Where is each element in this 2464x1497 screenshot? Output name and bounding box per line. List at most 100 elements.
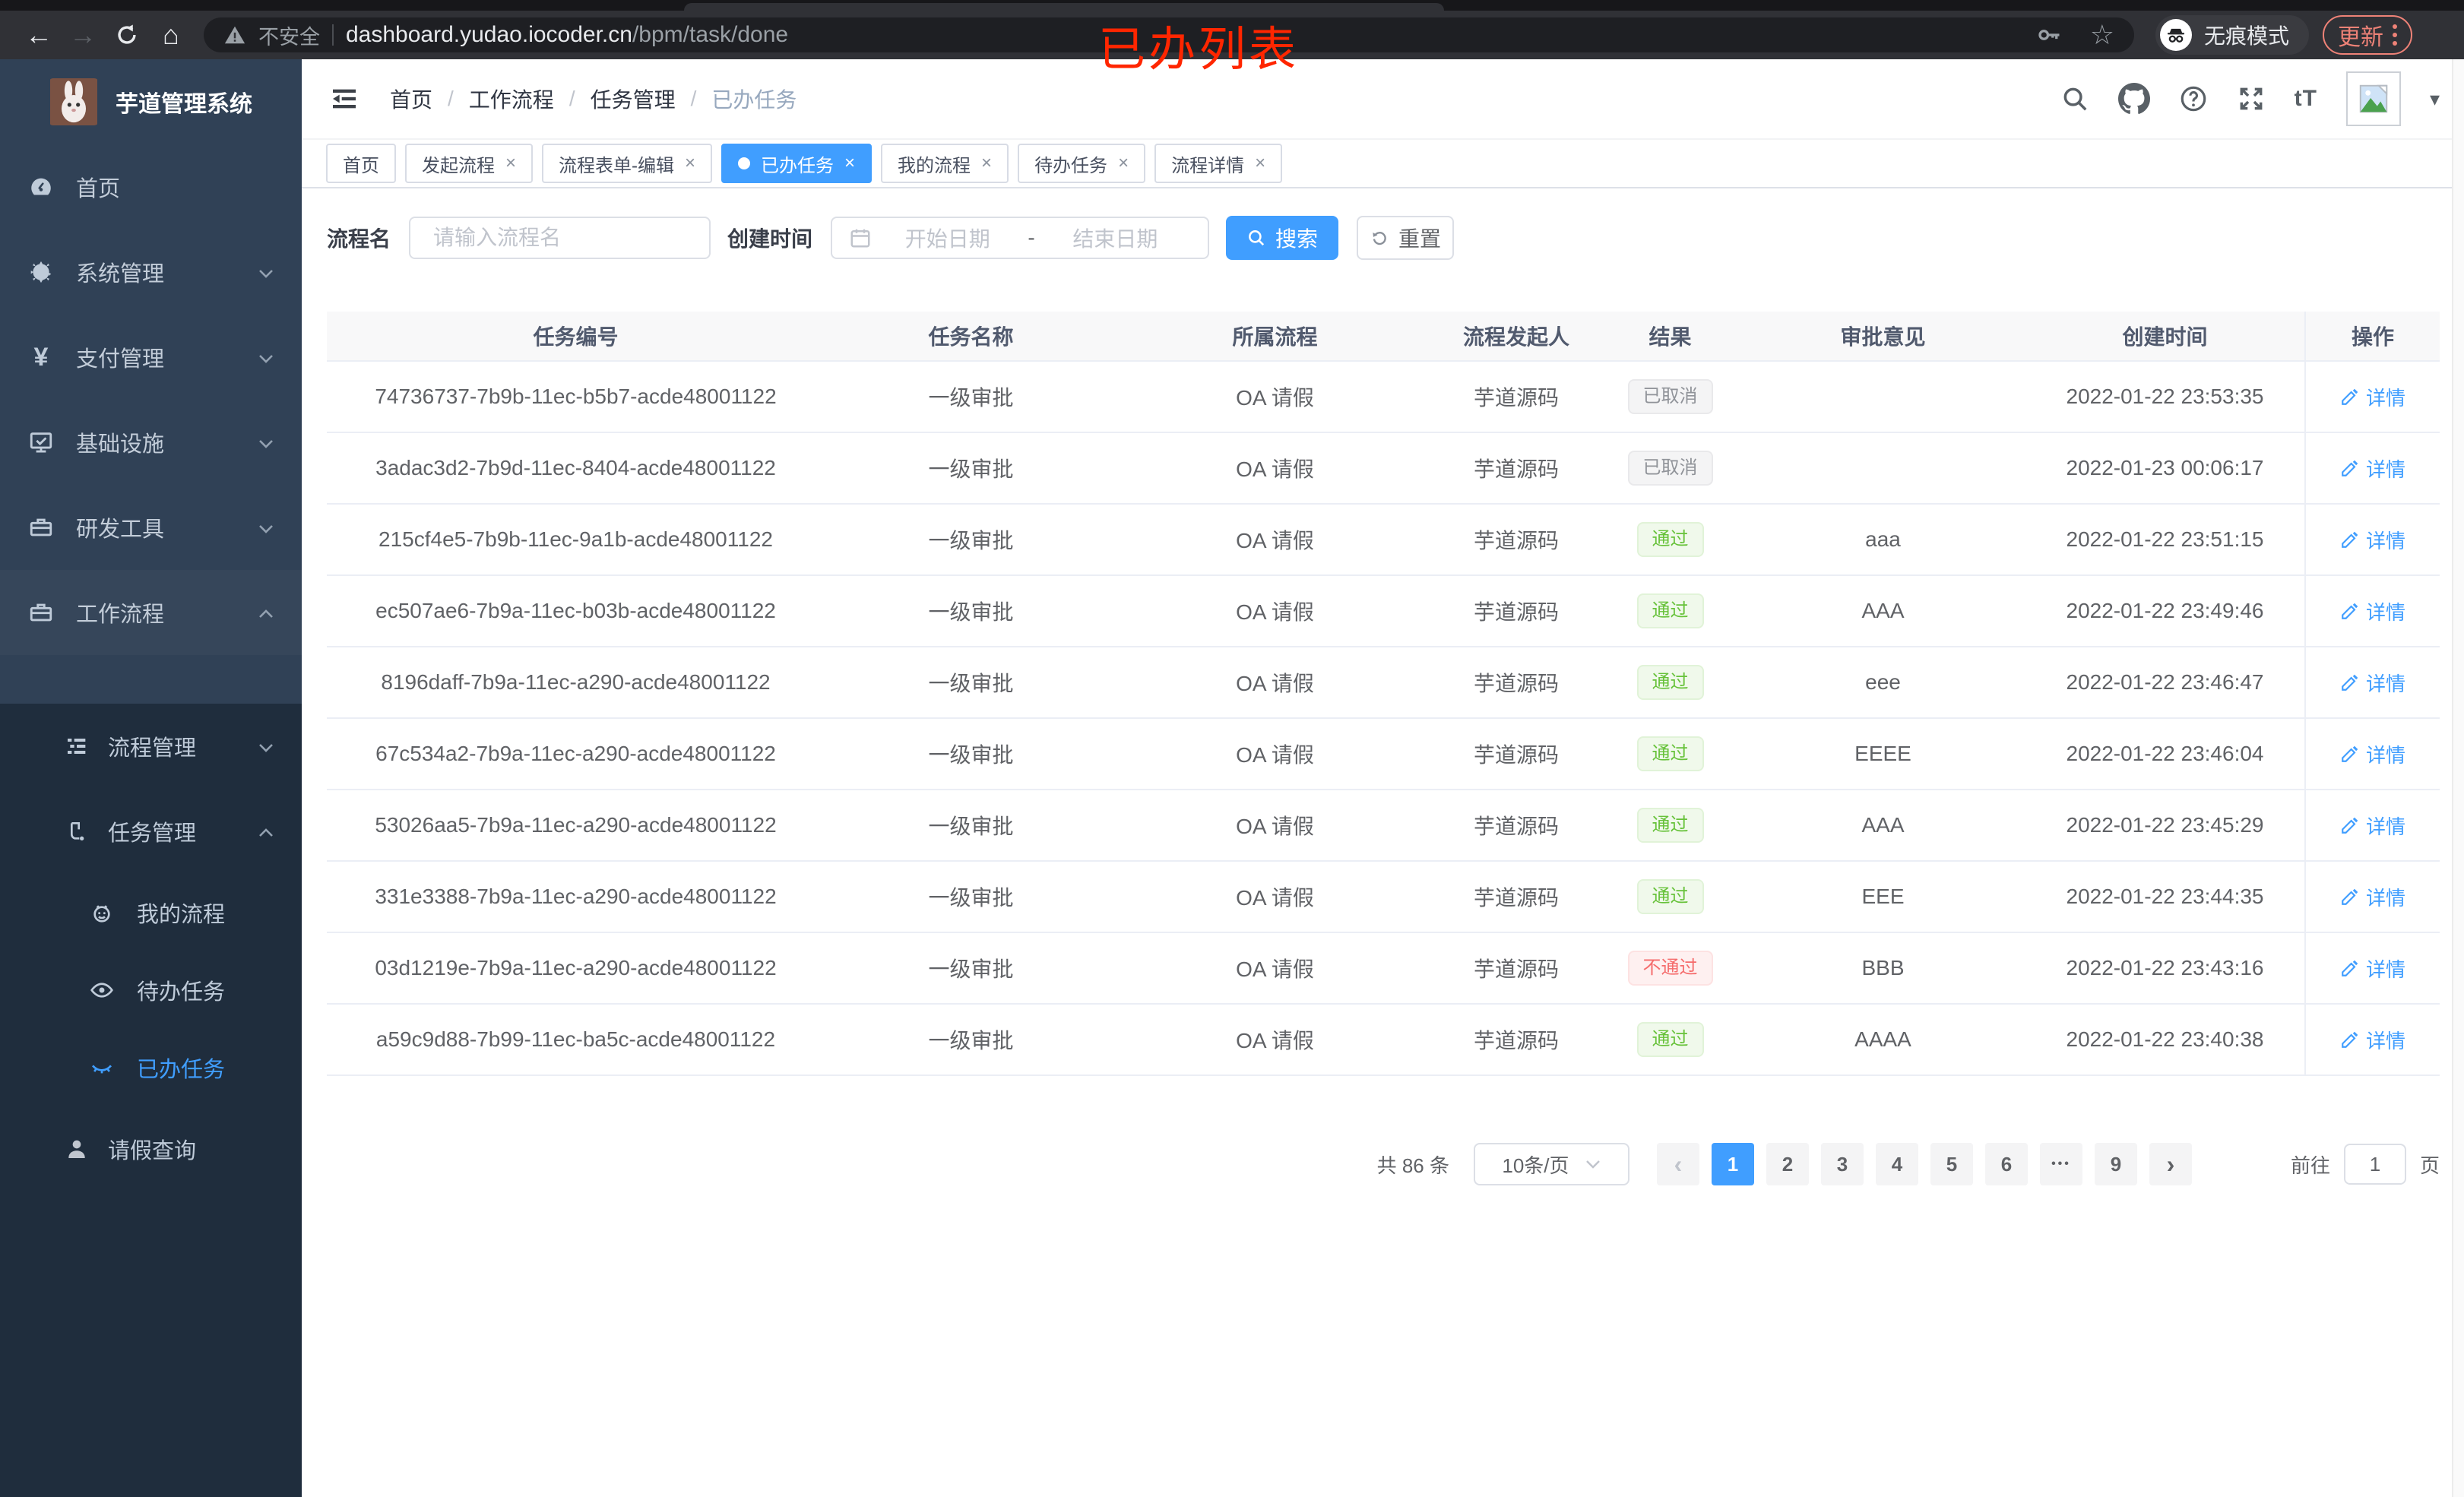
detail-button[interactable]: 详情 bbox=[2340, 812, 2405, 840]
detail-button[interactable]: 详情 bbox=[2340, 1026, 2405, 1054]
detail-button[interactable]: 详情 bbox=[2340, 526, 2405, 554]
update-button[interactable]: 更新 bbox=[2323, 15, 2413, 55]
cell-process: OA 请假 bbox=[1236, 743, 1314, 767]
cell-comment: AAA bbox=[1861, 599, 1905, 622]
reload-button[interactable] bbox=[105, 15, 149, 55]
search-button[interactable]: 搜索 bbox=[1226, 216, 1339, 260]
home-button[interactable]: ⌂ bbox=[149, 15, 193, 55]
sidebar-item-done-tasks[interactable]: 已办任务 bbox=[0, 1029, 302, 1106]
tab-form-edit[interactable]: 流程表单-编辑 × bbox=[542, 144, 713, 183]
github-icon[interactable] bbox=[2117, 83, 2150, 115]
tab-done-tasks[interactable]: 已办任务 × bbox=[721, 144, 873, 183]
cell-task-id: 74736737-7b9b-11ec-b5b7-acde48001122 bbox=[375, 385, 777, 408]
edit-pen-icon bbox=[2342, 674, 2358, 691]
sidebar-item-payment[interactable]: ¥ 支付管理 bbox=[0, 315, 302, 400]
sidebar-item-label: 研发工具 bbox=[76, 517, 165, 542]
cell-comment bbox=[1740, 362, 2025, 432]
page-button-4[interactable]: 4 bbox=[1875, 1143, 1918, 1185]
sidebar-item-home[interactable]: 首页 bbox=[0, 144, 302, 229]
date-range-picker[interactable]: 开始日期 - 结束日期 bbox=[831, 217, 1210, 259]
avatar-caret-icon[interactable]: ▾ bbox=[2430, 87, 2440, 111]
process-name-input[interactable] bbox=[409, 217, 711, 259]
breadcrumb-task-mgmt[interactable]: 任务管理 bbox=[591, 84, 676, 114]
avatar[interactable] bbox=[2345, 71, 2401, 126]
help-icon[interactable] bbox=[2179, 84, 2208, 113]
reset-button[interactable]: 重置 bbox=[1357, 216, 1455, 260]
search-icon[interactable] bbox=[2060, 84, 2089, 113]
page-button-3[interactable]: 3 bbox=[1820, 1143, 1864, 1185]
cell-process: OA 请假 bbox=[1236, 386, 1314, 410]
col-create-time: 创建时间 bbox=[2122, 325, 2208, 349]
forward-button[interactable]: → bbox=[61, 15, 105, 55]
cell-task-name: 一级审批 bbox=[928, 886, 1014, 910]
page-button-1[interactable]: 1 bbox=[1711, 1143, 1754, 1185]
start-date-placeholder[interactable]: 开始日期 bbox=[872, 223, 1023, 253]
tab-start-process[interactable]: 发起流程 × bbox=[405, 144, 534, 183]
detail-button[interactable]: 详情 bbox=[2340, 669, 2405, 697]
browser-menu-icon[interactable] bbox=[2393, 24, 2398, 46]
browser-active-tab[interactable] bbox=[684, 3, 1444, 11]
sidebar-fold-icon[interactable] bbox=[326, 81, 363, 117]
more-pages-button[interactable]: ••• bbox=[2039, 1143, 2082, 1185]
sidebar-item-process-mgmt[interactable]: 流程管理 bbox=[0, 704, 302, 789]
goto-page-input[interactable] bbox=[2343, 1144, 2406, 1185]
security-label[interactable]: 不安全 bbox=[258, 21, 320, 50]
cell-create-time: 2022-01-22 23:53:35 bbox=[2066, 385, 2264, 408]
page-button-5[interactable]: 5 bbox=[1930, 1143, 1973, 1185]
col-starter: 流程发起人 bbox=[1462, 325, 1569, 349]
sidebar-item-todo-tasks[interactable]: 待办任务 bbox=[0, 951, 302, 1029]
close-icon[interactable]: × bbox=[981, 153, 992, 174]
edit-pen-icon bbox=[2342, 460, 2358, 476]
sidebar-item-leave-query[interactable]: 请假查询 bbox=[0, 1106, 302, 1192]
chevron-up-icon bbox=[258, 819, 274, 844]
table-row: 215cf4e5-7b9b-11ec-9a1b-acde48001122 一级审… bbox=[327, 505, 2440, 576]
sidebar-item-system[interactable]: 系统管理 bbox=[0, 229, 302, 315]
password-key-icon[interactable] bbox=[2035, 21, 2063, 49]
page-size-select[interactable]: 10条/页 bbox=[1473, 1143, 1629, 1185]
page-button-6[interactable]: 6 bbox=[1984, 1143, 2028, 1185]
font-size-icon[interactable]: tT bbox=[2295, 86, 2317, 112]
status-badge: 通过 bbox=[1636, 736, 1704, 772]
detail-button[interactable]: 详情 bbox=[2340, 597, 2405, 625]
breadcrumb-workflow[interactable]: 工作流程 bbox=[469, 84, 554, 114]
cell-process: OA 请假 bbox=[1236, 600, 1314, 624]
back-button[interactable]: ← bbox=[17, 15, 61, 55]
close-icon[interactable]: × bbox=[844, 153, 855, 174]
tab-process-detail[interactable]: 流程详情 × bbox=[1154, 144, 1283, 183]
tab-my-process[interactable]: 我的流程 × bbox=[881, 144, 1009, 183]
cell-starter: 芋道源码 bbox=[1473, 600, 1559, 624]
close-icon[interactable]: × bbox=[685, 153, 695, 174]
fullscreen-icon[interactable] bbox=[2237, 84, 2266, 113]
detail-button[interactable]: 详情 bbox=[2340, 954, 2405, 983]
tab-todo-tasks[interactable]: 待办任务 × bbox=[1018, 144, 1146, 183]
end-date-placeholder[interactable]: 结束日期 bbox=[1040, 223, 1191, 253]
tab-home[interactable]: 首页 bbox=[326, 144, 396, 183]
sidebar-item-devtools[interactable]: 研发工具 bbox=[0, 485, 302, 570]
app-logo[interactable]: 芋道管理系统 bbox=[0, 59, 302, 144]
detail-button[interactable]: 详情 bbox=[2340, 883, 2405, 911]
next-page-button[interactable]: › bbox=[2149, 1143, 2192, 1185]
cell-task-id: 67c534a2-7b9a-11ec-a290-acde48001122 bbox=[375, 742, 776, 765]
page-button-2[interactable]: 2 bbox=[1766, 1143, 1809, 1185]
sidebar-item-task-mgmt[interactable]: 任务管理 bbox=[0, 789, 302, 874]
detail-button[interactable]: 详情 bbox=[2340, 383, 2405, 411]
bookmark-star-icon[interactable]: ☆ bbox=[2090, 19, 2114, 51]
cell-comment: BBB bbox=[1861, 956, 1905, 980]
close-icon[interactable]: × bbox=[505, 153, 516, 174]
page-scrollbar[interactable] bbox=[2452, 59, 2464, 1497]
close-icon[interactable]: × bbox=[1118, 153, 1129, 174]
detail-button[interactable]: 详情 bbox=[2340, 740, 2405, 768]
detail-button[interactable]: 详情 bbox=[2340, 454, 2405, 483]
breadcrumb-home[interactable]: 首页 bbox=[390, 84, 432, 114]
sidebar-item-infra[interactable]: 基础设施 bbox=[0, 400, 302, 485]
tab-label: 待办任务 bbox=[1034, 155, 1108, 176]
cell-task-id: ec507ae6-7b9a-11ec-b03b-acde48001122 bbox=[375, 599, 776, 622]
col-process: 所属流程 bbox=[1232, 325, 1318, 349]
close-icon[interactable]: × bbox=[1255, 153, 1265, 174]
tab-label: 流程表单-编辑 bbox=[559, 155, 675, 176]
sidebar-item-my-process[interactable]: 我的流程 bbox=[0, 874, 302, 951]
page-button-9[interactable]: 9 bbox=[2094, 1143, 2137, 1185]
url-text[interactable]: dashboard.yudao.iocoder.cn/bpm/task/done bbox=[346, 22, 788, 48]
prev-page-button[interactable]: ‹ bbox=[1656, 1143, 1699, 1185]
sidebar-item-workflow[interactable]: 工作流程 bbox=[0, 570, 302, 655]
